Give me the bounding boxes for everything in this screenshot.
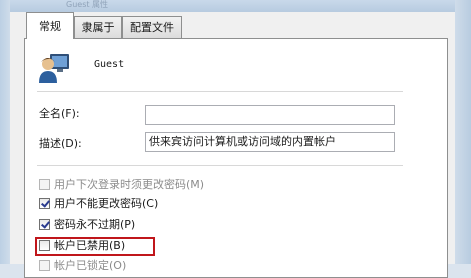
checkbox[interactable] (39, 260, 50, 271)
username: Guest (94, 59, 125, 70)
full-name-label: 全名(F): (39, 107, 80, 120)
option-label: 用户下次登录时须更改密码(M) (54, 178, 205, 191)
option-label: 用户不能更改密码(C) (54, 197, 159, 210)
full-name-field[interactable] (145, 105, 395, 125)
window-frame-right (455, 0, 471, 264)
description-label: 描述(D): (39, 137, 82, 150)
user-account-icon (39, 54, 69, 83)
checkbox[interactable] (39, 198, 50, 209)
option-label: 密码永不过期(P) (54, 218, 136, 231)
title-bar: Guest 属性 (0, 0, 471, 12)
separator (37, 91, 403, 92)
tab-profile[interactable]: 配置文件 (122, 16, 182, 38)
window-frame-left (0, 0, 10, 264)
general-tab-panel: Guest 全名(F): 描述(D): 供来宾访问计算机或访问域的内置帐户 用户… (24, 38, 448, 278)
tab-general[interactable]: 常规 (26, 12, 74, 39)
window-title: Guest 属性 (66, 0, 109, 9)
checkbox[interactable] (39, 219, 50, 230)
description-field[interactable]: 供来宾访问计算机或访问域的内置帐户 (145, 132, 395, 152)
tab-member-of[interactable]: 隶属于 (74, 16, 122, 38)
checkbox[interactable] (39, 179, 50, 190)
separator (37, 165, 403, 166)
option-label: 帐户已锁定(O) (54, 259, 127, 272)
tab-member-of-label: 隶属于 (81, 21, 115, 34)
tab-general-label: 常规 (39, 20, 61, 33)
highlight-box (35, 237, 155, 256)
tab-profile-label: 配置文件 (130, 21, 174, 34)
